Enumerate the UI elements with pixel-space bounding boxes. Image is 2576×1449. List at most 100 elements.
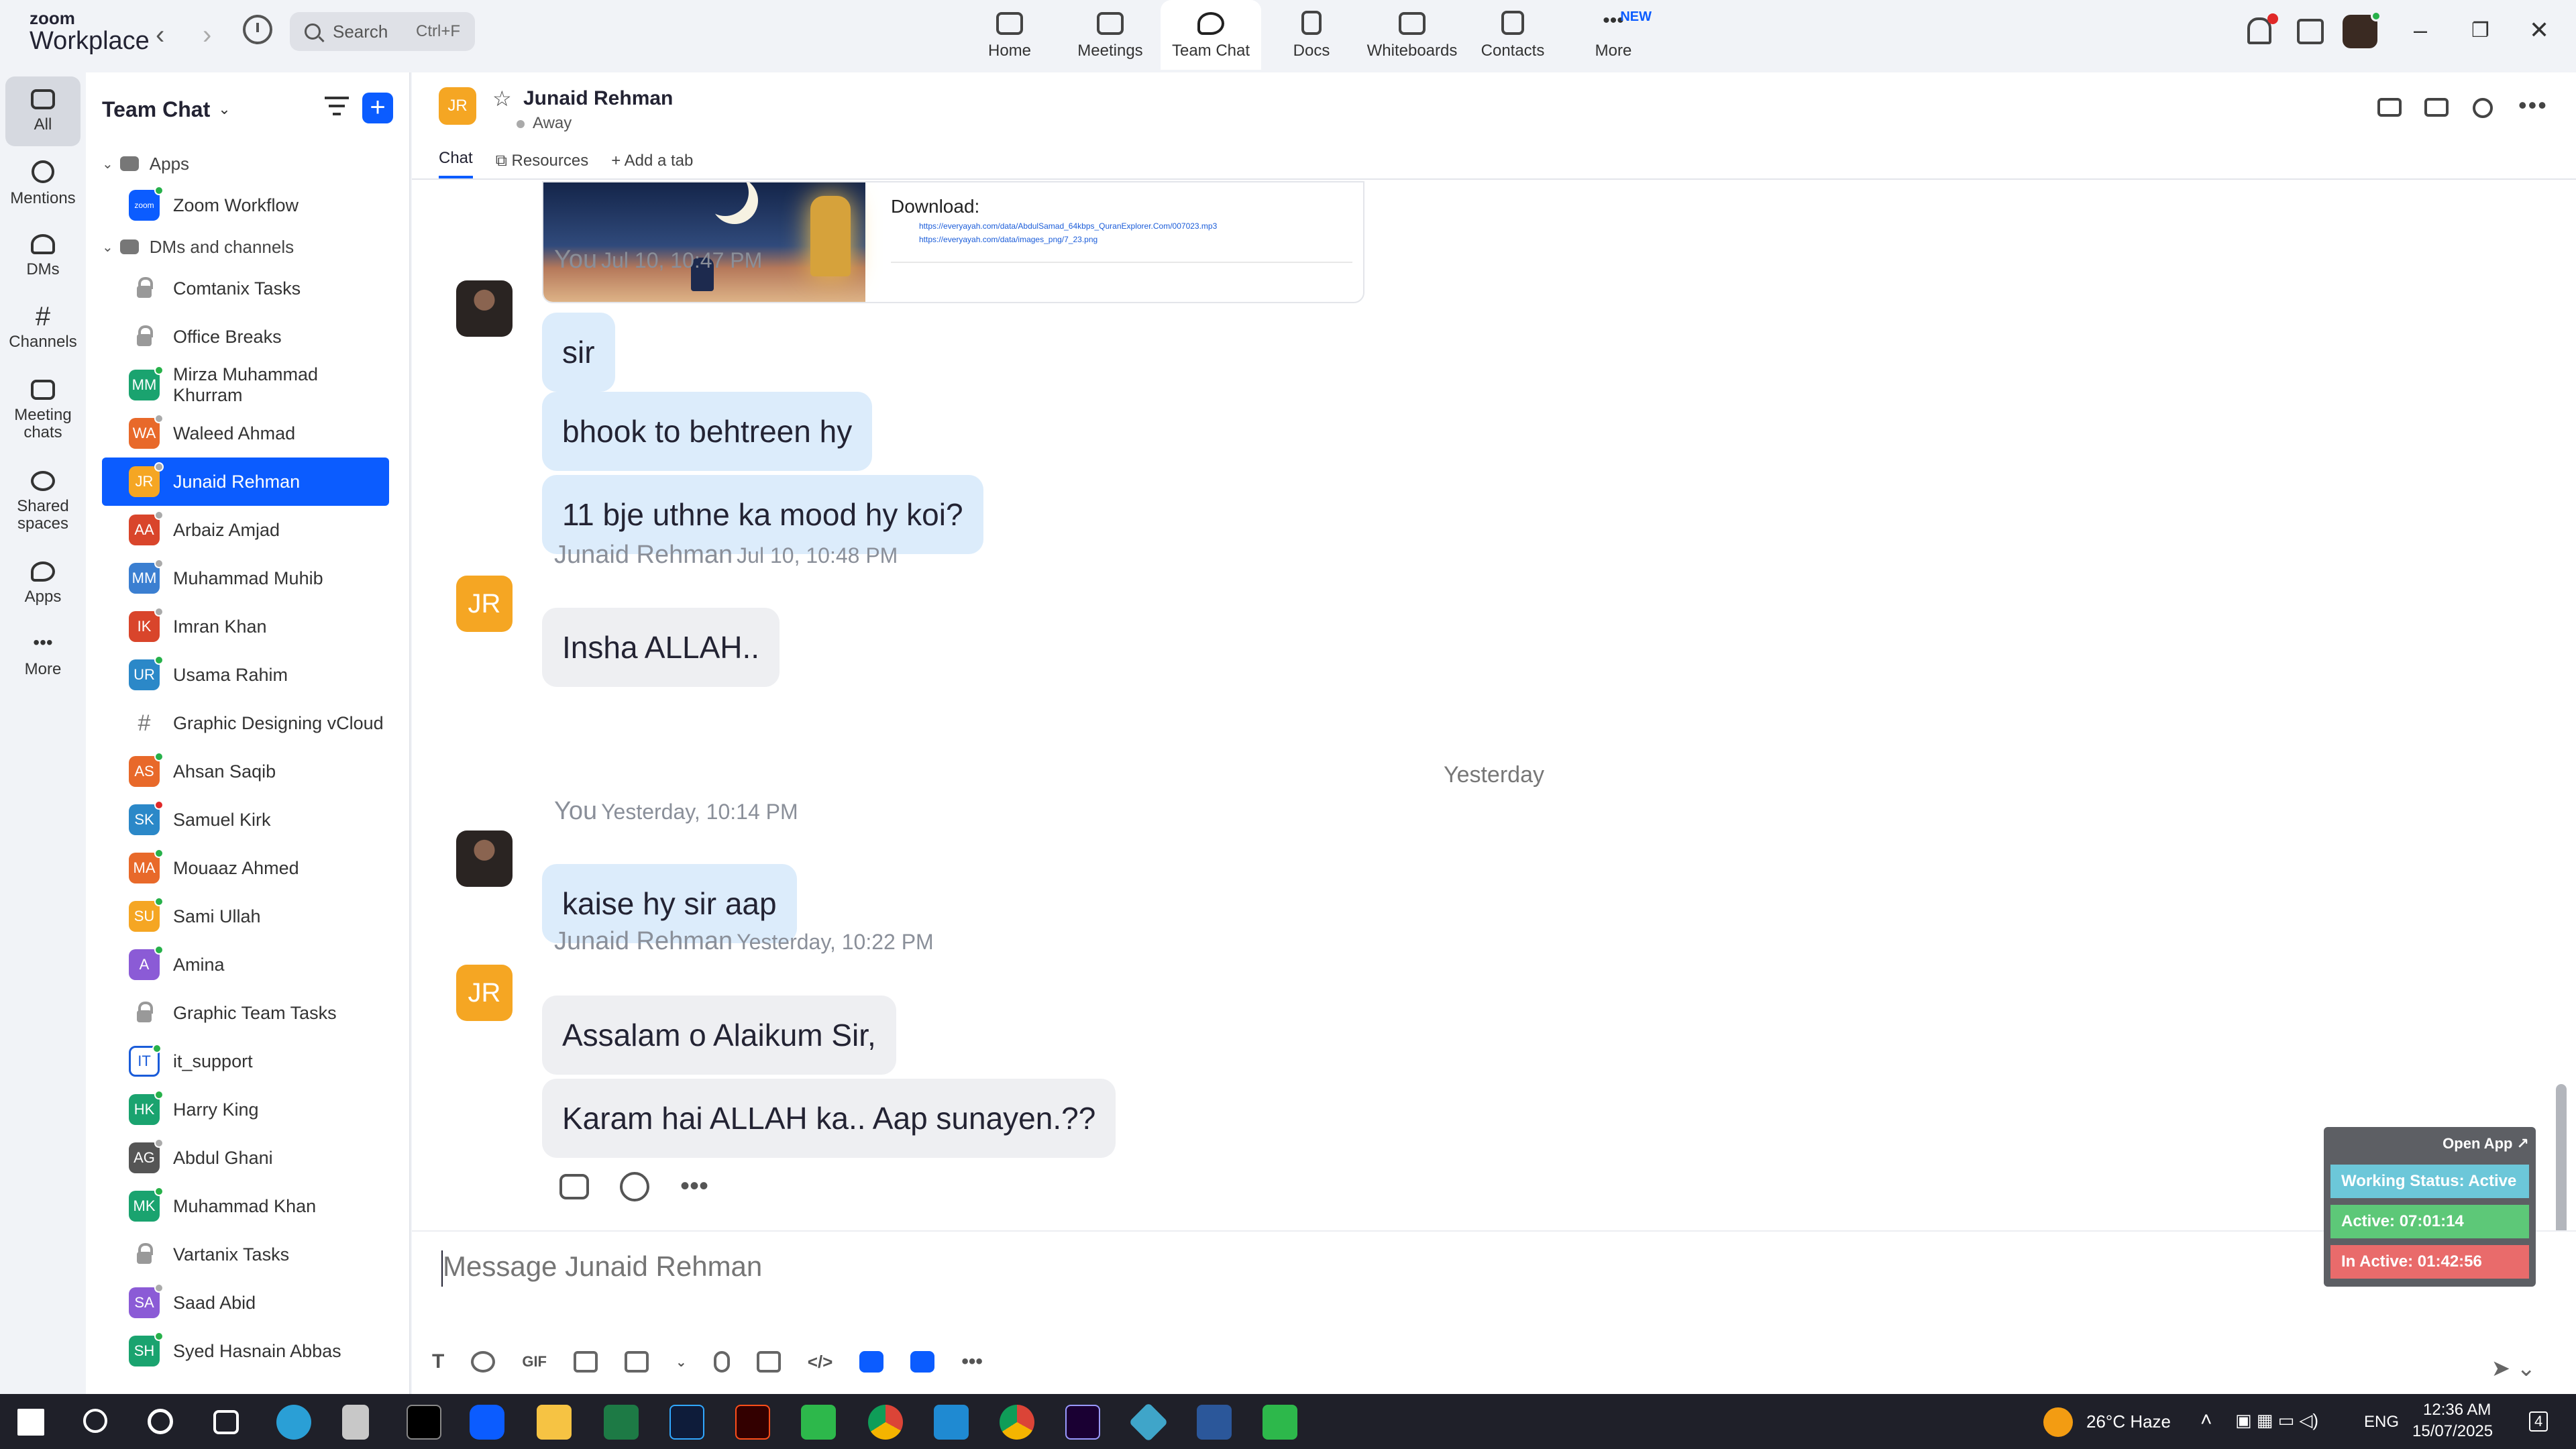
messaging-app-icon[interactable] (801, 1405, 836, 1440)
section-apps[interactable]: ⌄ Apps (86, 146, 409, 181)
rail-shared-spaces[interactable]: Shared spaces (5, 458, 80, 546)
message-bubble[interactable]: bhook to behtreen hy (542, 392, 873, 471)
profile-avatar[interactable] (2343, 11, 2381, 48)
link-preview-card[interactable]: Download: https://everyayah.com/data/Abd… (542, 181, 1364, 303)
rail-apps[interactable]: Apps (5, 549, 80, 619)
forward-arrow-icon[interactable]: › (203, 20, 211, 50)
sidebar-item[interactable]: Graphic Team Tasks (102, 989, 389, 1037)
tab-docs[interactable]: Docs (1261, 0, 1362, 70)
sidebar-item[interactable]: SH Syed Hasnain Abbas (102, 1327, 389, 1375)
message-bubble[interactable]: sir (542, 313, 615, 392)
sidebar-item[interactable]: Comtanix Tasks (102, 264, 389, 313)
cortana-icon[interactable] (148, 1409, 173, 1434)
clock-time[interactable]: 12:36 AM (2423, 1401, 2491, 1419)
emoji-icon[interactable] (471, 1351, 496, 1373)
sidebar-item[interactable]: A Amina (102, 941, 389, 989)
sidebar-item[interactable]: MM Mirza Muhammad Khurram (102, 361, 389, 409)
sidebar-item[interactable]: JR Junaid Rehman (102, 458, 389, 506)
rail-meeting-chats[interactable]: Meeting chats (5, 366, 80, 455)
gif-icon[interactable]: GIF (522, 1351, 547, 1373)
chevron-up-icon[interactable]: ˄ (2200, 1409, 2212, 1432)
sidebar-item[interactable]: IT it_support (102, 1037, 389, 1085)
avatar[interactable] (456, 280, 513, 337)
sender-name[interactable]: You (554, 246, 597, 274)
sidebar-item[interactable]: MA Mouaaz Ahmed (102, 844, 389, 892)
file-icon[interactable] (574, 1351, 598, 1373)
app-shortcut-icon[interactable] (859, 1351, 884, 1373)
sender-name[interactable]: Junaid Rehman (554, 541, 733, 569)
sidebar-item[interactable]: IK Imran Khan (102, 602, 389, 651)
sidebar-item[interactable]: Vartanix Tasks (102, 1230, 389, 1279)
close-icon[interactable]: ✕ (2529, 16, 2549, 44)
task-view-icon[interactable] (213, 1410, 239, 1434)
calendar-icon[interactable] (2297, 19, 2324, 44)
filter-icon[interactable] (325, 97, 349, 117)
star-icon[interactable]: ☆ (492, 86, 512, 111)
sender-name[interactable]: Junaid Rehman (554, 927, 733, 955)
sidebar-item[interactable]: Office Breaks (102, 313, 389, 361)
sidebar-item[interactable]: AS Ahsan Saqib (102, 747, 389, 796)
chrome-profile-icon[interactable] (1000, 1405, 1034, 1440)
rail-all[interactable]: All (5, 76, 80, 146)
tab-chat[interactable]: Chat (439, 149, 473, 178)
sidebar-item-zoom-workflow[interactable]: zoom Zoom Workflow (102, 181, 389, 229)
sidebar-item[interactable]: # Graphic Designing vCloud (102, 699, 389, 747)
search-icon[interactable] (2473, 98, 2493, 118)
tab-resources[interactable]: ⧉ Resources (496, 152, 589, 178)
excel-icon[interactable] (604, 1405, 639, 1440)
sender-name[interactable]: You (554, 797, 597, 825)
share-screen-icon[interactable] (2424, 98, 2449, 117)
sidebar-title[interactable]: Team Chat (102, 97, 210, 122)
premiere-icon[interactable] (1065, 1405, 1100, 1440)
send-options-icon[interactable]: ➤ ⌄ (2491, 1355, 2536, 1382)
taskbar-search-icon[interactable] (83, 1409, 107, 1433)
word-icon[interactable] (1197, 1405, 1232, 1440)
clock-date[interactable]: 15/07/2025 (2412, 1422, 2493, 1441)
reply-icon[interactable] (559, 1173, 589, 1199)
file-explorer-icon[interactable] (537, 1405, 572, 1440)
rail-more[interactable]: ••• More (5, 621, 80, 691)
chevron-down-icon[interactable]: ⌄ (218, 101, 230, 118)
format-text-icon[interactable]: T (432, 1350, 444, 1373)
rail-dms[interactable]: DMs (5, 221, 80, 291)
photoshop-icon[interactable] (669, 1405, 704, 1440)
emoji-reaction-icon[interactable] (620, 1171, 649, 1201)
vscode-icon[interactable] (934, 1405, 969, 1440)
open-app-link[interactable]: Open App ↗ (2443, 1135, 2529, 1152)
avatar[interactable] (456, 830, 513, 887)
video-message-icon[interactable] (756, 1351, 781, 1373)
sidebar-item[interactable]: AG Abdul Ghani (102, 1134, 389, 1182)
message-bubble[interactable]: Insha ALLAH.. (542, 608, 780, 687)
sidebar-item[interactable]: SU Sami Ullah (102, 892, 389, 941)
microphone-icon[interactable] (713, 1351, 730, 1373)
tab-whiteboards[interactable]: Whiteboards (1362, 0, 1462, 70)
chrome-icon[interactable] (868, 1405, 903, 1440)
windows-start-icon[interactable] (17, 1409, 44, 1436)
more-options-icon[interactable]: ••• (2518, 91, 2548, 119)
rail-mentions[interactable]: Mentions (5, 149, 80, 219)
message-input[interactable] (443, 1250, 2187, 1283)
sidebar-item[interactable]: MK Muhammad Khan (102, 1182, 389, 1230)
notification-bell-icon[interactable] (2247, 13, 2278, 44)
terminal-icon[interactable] (407, 1405, 441, 1440)
sidebar-item[interactable]: SA Saad Abid (102, 1279, 389, 1327)
history-icon[interactable] (243, 15, 272, 44)
edge-icon[interactable] (276, 1405, 311, 1440)
sidebar-item[interactable]: UR Usama Rahim (102, 651, 389, 699)
tab-add[interactable]: + Add a tab (611, 152, 693, 178)
tab-meetings[interactable]: Meetings (1060, 0, 1161, 70)
tab-contacts[interactable]: Contacts (1462, 0, 1563, 70)
new-chat-button[interactable]: + (362, 93, 393, 123)
maximize-icon[interactable]: ❐ (2471, 19, 2489, 42)
app-diamond-icon[interactable] (1128, 1402, 1169, 1442)
more-options-icon[interactable]: ••• (961, 1350, 983, 1373)
tab-team-chat[interactable]: Team Chat (1161, 0, 1261, 70)
notification-count[interactable]: 4 (2529, 1411, 2548, 1432)
search-input[interactable]: Search Ctrl+F (290, 12, 475, 51)
avatar[interactable]: JR (439, 87, 476, 125)
message-bubble[interactable]: Karam hai ALLAH ka.. Aap sunayen.?? (542, 1079, 1116, 1158)
screenshot-icon[interactable] (625, 1351, 649, 1373)
minimize-icon[interactable]: – (2414, 16, 2427, 44)
video-call-icon[interactable] (2377, 98, 2402, 117)
sidebar-item[interactable]: HK Harry King (102, 1085, 389, 1134)
